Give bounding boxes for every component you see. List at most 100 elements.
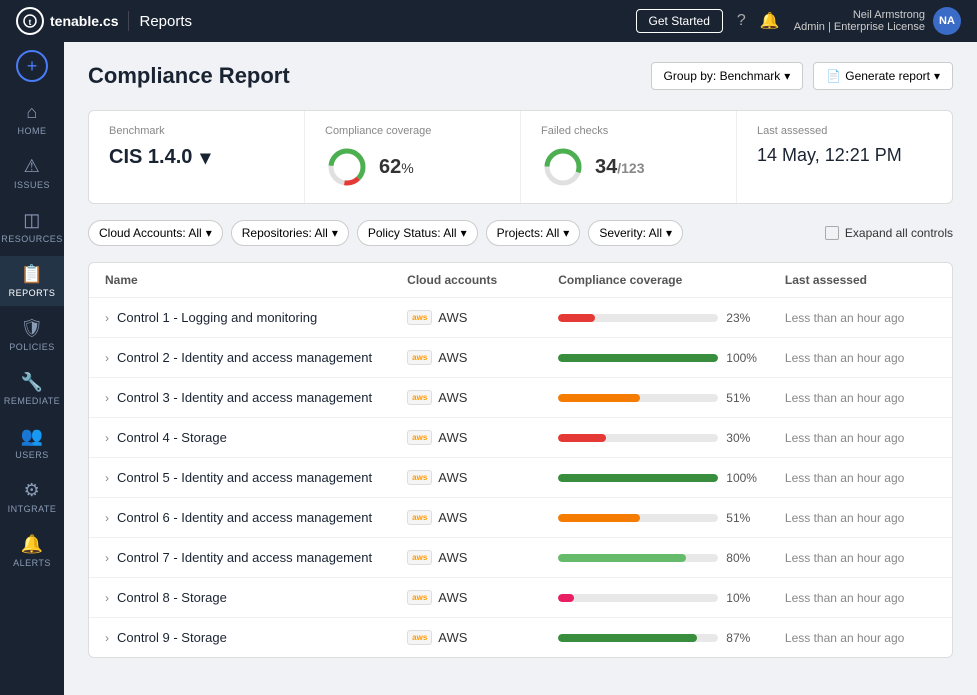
sidebar-item-integrate[interactable]: ⚙ INTGRATE <box>0 472 64 522</box>
sidebar-label-policies: POLICIES <box>9 342 55 352</box>
row-coverage-3: 30% <box>558 431 785 445</box>
benchmark-select[interactable]: CIS 1.4.0 ▾ <box>109 145 210 170</box>
row-expand-icon-6[interactable]: › <box>105 551 109 565</box>
alerts-icon: 🔔 <box>21 534 44 555</box>
row-last-7: Less than an hour ago <box>785 591 936 605</box>
reports-icon: 📋 <box>21 264 44 285</box>
sidebar-item-home[interactable]: ⌂ HOME <box>0 94 64 144</box>
generate-report-button[interactable]: 📄 Generate report ▾ <box>813 62 953 90</box>
filter-repos-chevron: ▾ <box>332 226 338 240</box>
last-assessed-text: 14 May, 12:21 PM <box>757 145 902 166</box>
sidebar-item-alerts[interactable]: 🔔 ALERTS <box>0 526 64 576</box>
notifications-button[interactable]: 🔔 <box>760 11 780 31</box>
progress-fill-3 <box>558 434 606 442</box>
row-expand-icon-7[interactable]: › <box>105 591 109 605</box>
sidebar-item-reports[interactable]: 📋 REPORTS <box>0 256 64 306</box>
last-assessed-label: Last assessed <box>757 125 932 137</box>
row-last-2: Less than an hour ago <box>785 391 936 405</box>
aws-logo-7: aws <box>412 593 427 602</box>
user-name: Neil Armstrong <box>794 9 925 21</box>
help-button[interactable]: ? <box>737 12 746 30</box>
compliance-card: Compliance coverage 62% <box>305 111 521 203</box>
filter-severity[interactable]: Severity: All ▾ <box>588 220 683 246</box>
logo-icon: t <box>16 7 44 35</box>
get-started-button[interactable]: Get Started <box>636 9 723 33</box>
table-row[interactable]: › Control 8 - Storage aws AWS 10% Less t… <box>89 578 952 618</box>
row-expand-icon-2[interactable]: › <box>105 391 109 405</box>
table-row[interactable]: › Control 4 - Storage aws AWS 30% Less t… <box>89 418 952 458</box>
failed-value: 34/123 <box>541 145 716 189</box>
row-control-name-2: Control 3 - Identity and access manageme… <box>117 390 372 405</box>
row-expand-icon-3[interactable]: › <box>105 431 109 445</box>
aws-badge-0: aws <box>407 310 432 325</box>
filter-policy-status[interactable]: Policy Status: All ▾ <box>357 220 478 246</box>
row-coverage-2: 51% <box>558 391 785 405</box>
row-name-1: › Control 2 - Identity and access manage… <box>105 350 407 365</box>
aws-badge-3: aws <box>407 430 432 445</box>
filter-repositories[interactable]: Repositories: All ▾ <box>231 220 349 246</box>
aws-logo-6: aws <box>412 553 427 562</box>
table-row[interactable]: › Control 1 - Logging and monitoring aws… <box>89 298 952 338</box>
group-by-button[interactable]: Group by: Benchmark ▾ <box>651 62 804 90</box>
sidebar-item-resources[interactable]: ◫ RESOURCES <box>0 202 64 252</box>
filter-repos-label: Repositories: All <box>242 226 328 240</box>
row-coverage-6: 80% <box>558 551 785 565</box>
filter-severity-label: Severity: All <box>599 226 662 240</box>
aws-badge-2: aws <box>407 390 432 405</box>
compliance-donut <box>325 145 369 189</box>
home-icon: ⌂ <box>26 102 37 123</box>
user-info: Neil Armstrong Admin | Enterprise Licens… <box>794 7 961 35</box>
filter-cloud-accounts[interactable]: Cloud Accounts: All ▾ <box>88 220 223 246</box>
failed-donut <box>541 145 585 189</box>
policies-icon: 🛡 <box>20 318 43 339</box>
table-row[interactable]: › Control 5 - Identity and access manage… <box>89 458 952 498</box>
expand-all-checkbox[interactable] <box>825 226 839 240</box>
user-details: Neil Armstrong Admin | Enterprise Licens… <box>794 9 925 33</box>
sidebar-item-policies[interactable]: 🛡 POLICIES <box>0 310 64 360</box>
row-expand-icon-5[interactable]: › <box>105 511 109 525</box>
table-row[interactable]: › Control 9 - Storage aws AWS 87% Less t… <box>89 618 952 657</box>
row-control-name-7: Control 8 - Storage <box>117 590 227 605</box>
col-header-coverage: Compliance coverage <box>558 273 785 287</box>
row-last-5: Less than an hour ago <box>785 511 936 525</box>
failed-label: Failed checks <box>541 125 716 137</box>
sidebar-label-integrate: INTGRATE <box>8 504 57 514</box>
compliance-value: 62% <box>325 145 500 189</box>
expand-all-controls[interactable]: Exapand all controls <box>825 226 953 240</box>
row-name-5: › Control 6 - Identity and access manage… <box>105 510 407 525</box>
table-row[interactable]: › Control 7 - Identity and access manage… <box>89 538 952 578</box>
progress-fill-5 <box>558 514 640 522</box>
row-cloud-label-7: AWS <box>438 590 467 605</box>
aws-logo-2: aws <box>412 393 427 402</box>
row-control-name-8: Control 9 - Storage <box>117 630 227 645</box>
expand-all-label: Exapand all controls <box>845 226 953 240</box>
row-name-7: › Control 8 - Storage <box>105 590 407 605</box>
row-last-3: Less than an hour ago <box>785 431 936 445</box>
sidebar-item-remediate[interactable]: 🔧 REMEDIATE <box>0 364 64 414</box>
row-expand-icon-1[interactable]: › <box>105 351 109 365</box>
failed-count-value: 34/123 <box>595 156 645 179</box>
col-header-name: Name <box>105 273 407 287</box>
table-row[interactable]: › Control 2 - Identity and access manage… <box>89 338 952 378</box>
sidebar-label-reports: REPORTS <box>9 288 56 298</box>
row-expand-icon-8[interactable]: › <box>105 631 109 645</box>
add-button[interactable]: + <box>16 50 48 82</box>
aws-badge-6: aws <box>407 550 432 565</box>
sidebar-item-issues[interactable]: ⚠ ISSUES <box>0 148 64 198</box>
col-header-cloud: Cloud accounts <box>407 273 558 287</box>
row-cloud-0: aws AWS <box>407 310 558 325</box>
row-cloud-8: aws AWS <box>407 630 558 645</box>
pct-label-4: 100% <box>726 471 762 485</box>
user-avatar: NA <box>933 7 961 35</box>
row-expand-icon-4[interactable]: › <box>105 471 109 485</box>
row-control-name-1: Control 2 - Identity and access manageme… <box>117 350 372 365</box>
progress-bg-8 <box>558 634 718 642</box>
table-row[interactable]: › Control 3 - Identity and access manage… <box>89 378 952 418</box>
row-expand-icon-0[interactable]: › <box>105 311 109 325</box>
filter-projects[interactable]: Projects: All ▾ <box>486 220 581 246</box>
row-control-name-4: Control 5 - Identity and access manageme… <box>117 470 372 485</box>
document-icon: 📄 <box>826 69 841 83</box>
sidebar-item-users[interactable]: 👥 USERS <box>0 418 64 468</box>
table-row[interactable]: › Control 6 - Identity and access manage… <box>89 498 952 538</box>
pct-label-5: 51% <box>726 511 762 525</box>
